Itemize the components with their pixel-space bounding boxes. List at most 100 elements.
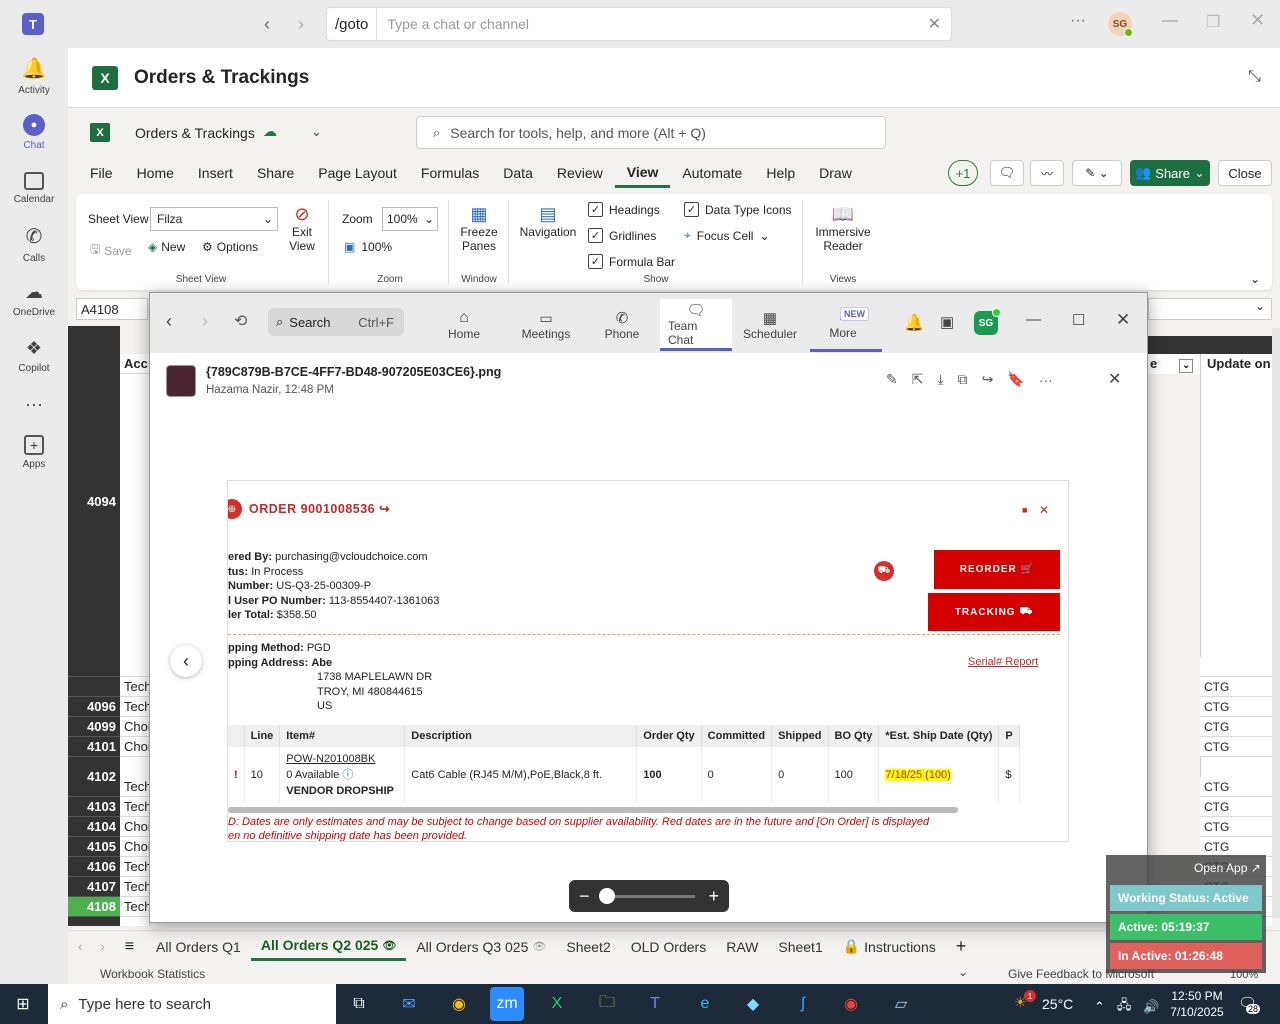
file-name[interactable]: Orders & Trackings — [135, 125, 255, 141]
sheet-tab[interactable]: Sheet1 — [768, 933, 832, 961]
back-arrow-icon[interactable]: ‹ — [264, 14, 270, 35]
rail-more[interactable]: ··· — [0, 384, 68, 424]
cell-ctg[interactable]: CTG — [1200, 677, 1272, 697]
reorder-button[interactable]: REORDER 🛒 — [934, 550, 1060, 589]
cell-a[interactable]: Tech — [120, 677, 150, 697]
sheet-tab[interactable]: 🔒 Instructions — [833, 933, 946, 961]
item-number-link[interactable]: POW-N201008BK — [286, 751, 398, 767]
row-header[interactable]: 4102 — [68, 757, 120, 797]
tab-review[interactable]: Review — [545, 158, 615, 188]
nav-team-chat[interactable]: 🗨 Team Chat — [660, 299, 732, 351]
cell-ctg[interactable]: CTG — [1200, 737, 1272, 757]
row-header[interactable]: 4107 — [68, 877, 120, 897]
close-viewer-icon[interactable]: ✕ — [1108, 369, 1121, 389]
zoom-select[interactable]: 100% ⌄ — [382, 207, 438, 231]
nav-phone[interactable]: ✆ Phone — [584, 299, 660, 351]
volume-icon[interactable]: 🔊 — [1143, 999, 1159, 1015]
teams-taskbar-icon[interactable]: T — [638, 987, 672, 1021]
tab-draw[interactable]: Draw — [807, 158, 864, 188]
nav-meetings[interactable]: ▭ Meetings — [508, 299, 584, 351]
rail-chat[interactable]: ● Chat — [0, 104, 68, 160]
sheet-view-select[interactable]: Filza ⌄ — [150, 207, 278, 231]
row-header[interactable]: 4101 — [68, 737, 120, 757]
close-window-icon[interactable]: ✕ — [1116, 310, 1130, 330]
zoom-app-icon[interactable]: zm — [490, 987, 524, 1021]
calendar-widget-icon[interactable]: ▣ — [940, 313, 954, 331]
nav-scheduler[interactable]: ▦ Scheduler — [732, 299, 808, 351]
tab-file[interactable]: File — [78, 158, 125, 188]
tab-formulas[interactable]: Formulas — [409, 158, 491, 188]
name-box[interactable]: A4108 — [76, 298, 148, 320]
file-explorer-icon[interactable]: 🗀 — [590, 987, 624, 1021]
zoom-slider-thumb[interactable] — [599, 887, 615, 904]
forward-icon[interactable]: ↪ — [982, 371, 994, 388]
notification-bell-icon[interactable]: 🔔 — [904, 313, 924, 333]
maximize-icon[interactable]: ■ — [1022, 505, 1027, 515]
cell-a[interactable]: Choi — [120, 717, 150, 737]
formula-expand-icon[interactable]: ⌄ — [1148, 298, 1272, 320]
cell-ctg[interactable]: CTG — [1200, 697, 1272, 717]
network-icon[interactable]: 🖧 — [1117, 996, 1132, 1018]
zoom-out-icon[interactable]: − — [579, 886, 590, 907]
edit-icon[interactable]: ✎ — [886, 371, 898, 388]
open-app-link[interactable]: Open App ↗ — [1194, 861, 1261, 875]
chrome-icon[interactable]: ◉ — [442, 987, 476, 1021]
cell-a[interactable]: Tech — [120, 697, 150, 717]
save-view-button[interactable]: 🖫 Save — [90, 240, 132, 261]
forward-arrow-icon[interactable]: › — [298, 14, 304, 35]
minimize-icon[interactable]: — — [1026, 311, 1041, 328]
expand-ribbon-icon[interactable]: ⌄ — [1250, 272, 1260, 286]
immersive-reader-button[interactable]: 📖 Immersive Reader — [810, 204, 876, 253]
catch-up-icon[interactable]: 〰 — [1030, 160, 1064, 186]
bookmark-icon[interactable]: 🔖 — [1007, 371, 1024, 388]
vertical-scrollbar[interactable] — [1272, 328, 1280, 918]
outlook-icon[interactable]: ✉ — [392, 987, 426, 1021]
app-icon[interactable]: ◆ — [736, 987, 770, 1021]
row-header[interactable]: 4108 — [68, 897, 120, 917]
close-icon[interactable]: ✕ — [1039, 503, 1049, 517]
all-sheets-icon[interactable]: ≡ — [113, 938, 146, 956]
tab-data[interactable]: Data — [491, 158, 545, 188]
edge-icon[interactable]: e — [688, 987, 722, 1021]
teams-search-box[interactable]: /goto Type a chat or channel ✕ — [326, 7, 952, 41]
maximize-icon[interactable]: ☐ — [1072, 311, 1085, 329]
rail-calendar[interactable]: Calendar — [0, 160, 68, 216]
cell-ctg[interactable] — [1200, 657, 1272, 677]
more-options-icon[interactable]: ··· — [1039, 372, 1053, 388]
tab-page-layout[interactable]: Page Layout — [306, 158, 409, 188]
cell-ctg[interactable]: CTG — [1200, 777, 1272, 797]
sheet-tab[interactable]: RAW — [716, 933, 768, 961]
tab-view[interactable]: View — [614, 158, 671, 188]
gridlines-checkbox[interactable]: ✓ Gridlines — [588, 228, 656, 243]
row-header[interactable]: 4094 — [68, 326, 120, 677]
tracking-button[interactable]: TRACKING ⛟ — [928, 593, 1060, 631]
exit-view-button[interactable]: ⊘ Exit View — [284, 204, 320, 253]
chevron-down-icon[interactable]: ⌄ — [958, 965, 968, 979]
workbook-statistics[interactable]: Workbook Statistics — [100, 967, 205, 981]
header-cell[interactable]: Acc — [120, 354, 150, 374]
cell-a[interactable]: Choi — [120, 737, 150, 757]
cell-ctg[interactable]: CTG — [1200, 717, 1272, 737]
collapse-icon[interactable]: ⤡ — [1248, 68, 1261, 86]
sheet-tab[interactable]: OLD Orders — [621, 933, 716, 961]
row-header[interactable]: 4106 — [68, 857, 120, 877]
freeze-panes-button[interactable]: ▦ Freeze Panes — [454, 204, 504, 253]
back-arrow-icon[interactable]: ‹ — [166, 311, 172, 332]
cell-a[interactable]: Tech — [120, 877, 150, 897]
formula-bar-checkbox[interactable]: ✓ Formula Bar — [588, 254, 675, 269]
notepad-icon[interactable]: ▱ — [884, 987, 918, 1021]
row-header[interactable]: 4096 — [68, 697, 120, 717]
zoom-slider[interactable] — [599, 887, 695, 904]
coauthor-count[interactable]: +1 — [948, 160, 978, 186]
rail-onedrive[interactable]: ☁ OneDrive — [0, 272, 68, 328]
rail-apps[interactable]: + Apps — [0, 424, 68, 480]
filter-dropdown-icon[interactable]: ⌄ — [1179, 359, 1194, 373]
rail-activity[interactable]: 🔔 Activity — [0, 48, 68, 104]
cell-ctg[interactable]: CTG — [1200, 797, 1272, 817]
clock[interactable]: 12:50 PM 7/10/2025 — [1168, 988, 1226, 1020]
row-header[interactable]: 4103 — [68, 797, 120, 817]
sheet-tab[interactable]: Sheet2 — [556, 933, 620, 961]
sheet-tab[interactable]: All Orders Q1 — [146, 933, 251, 961]
options-button[interactable]: ⚙ Options — [202, 240, 258, 254]
prev-sheet-icon[interactable]: ‹ — [68, 939, 92, 954]
